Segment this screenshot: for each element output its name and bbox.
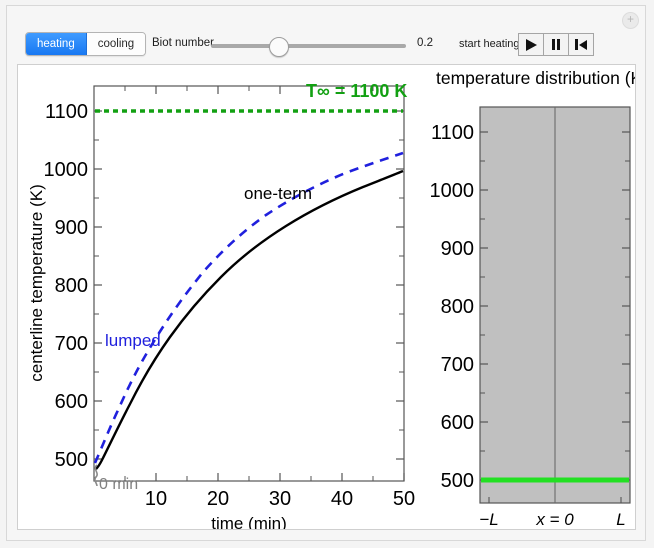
right-ytick-700: 700 (441, 354, 474, 376)
right-ytick-1100: 1100 (431, 122, 474, 144)
one-term-label: one-term (244, 184, 312, 203)
left-plot-frame (94, 86, 404, 481)
application-window: + heating cooling Biot number 0.2 start … (6, 5, 646, 541)
right-ytick-900: 900 (441, 238, 474, 260)
temperature-distribution-plot: temperature distribution (K (430, 68, 636, 529)
ambient-temperature-label: T∞ = 1100 K (306, 81, 407, 101)
slider-track[interactable] (211, 44, 406, 48)
left-xaxis-title: time (min) (211, 514, 287, 529)
left-ytick-900: 900 (55, 217, 88, 239)
right-ytick-800: 800 (441, 296, 474, 318)
biot-number-label: Biot number (152, 37, 214, 49)
left-ytick-1000: 1000 (44, 159, 89, 181)
left-xtick-10: 10 (145, 488, 167, 510)
right-ytick-500: 500 (441, 470, 474, 492)
left-ytick-1100: 1100 (45, 101, 88, 123)
left-plot-annotations: T∞ = 1100 K one-term lumped 0 min (99, 81, 407, 493)
right-ytick-1000: 1000 (430, 180, 475, 202)
left-ytick-500: 500 (55, 449, 88, 471)
plots-svg: 1100 1000 900 800 700 600 500 (18, 65, 635, 529)
right-xtick-L: L (616, 510, 625, 529)
animation-controls[interactable] (518, 33, 594, 56)
skip-to-start-icon[interactable] (569, 34, 593, 55)
toolbar: + heating cooling Biot number 0.2 start … (7, 6, 645, 63)
lumped-label: lumped (105, 331, 161, 350)
left-xtick-20: 20 (207, 488, 229, 510)
biot-number-slider[interactable] (211, 38, 406, 54)
right-plot-title: temperature distribution (K (436, 68, 635, 88)
left-ytick-700: 700 (55, 333, 88, 355)
one-term-curve (96, 171, 403, 469)
centerline-temperature-plot: 1100 1000 900 800 700 600 500 (27, 81, 415, 529)
mode-button-heating[interactable]: heating (26, 33, 87, 55)
left-ytick-600: 600 (55, 391, 88, 413)
right-xtick-minus-L: −L (479, 510, 498, 529)
slider-thumb[interactable] (269, 37, 289, 57)
right-ytick-600: 600 (441, 412, 474, 434)
content-panel: 1100 1000 900 800 700 600 500 (17, 64, 636, 530)
left-xtick-30: 30 (269, 488, 291, 510)
mode-button-cooling[interactable]: cooling (87, 33, 145, 55)
left-x-axis: 10 20 30 40 50 (125, 86, 415, 510)
biot-number-value: 0.2 (417, 37, 433, 49)
mode-segmented-control[interactable]: heating cooling (25, 32, 146, 56)
left-xtick-50: 50 (393, 488, 415, 510)
pause-icon[interactable] (544, 34, 569, 55)
zero-min-label: 0 min (99, 476, 138, 493)
right-xtick-x-zero: x = 0 (535, 510, 574, 529)
left-ytick-800: 800 (55, 275, 88, 297)
animation-label: start heating (459, 38, 520, 50)
play-icon[interactable] (519, 34, 544, 55)
left-yaxis-title: centerline temperature (K) (27, 184, 46, 381)
plus-circle-icon[interactable]: + (622, 12, 639, 29)
left-y-axis: 1100 1000 900 800 700 600 500 (44, 101, 405, 471)
left-xtick-40: 40 (331, 488, 353, 510)
